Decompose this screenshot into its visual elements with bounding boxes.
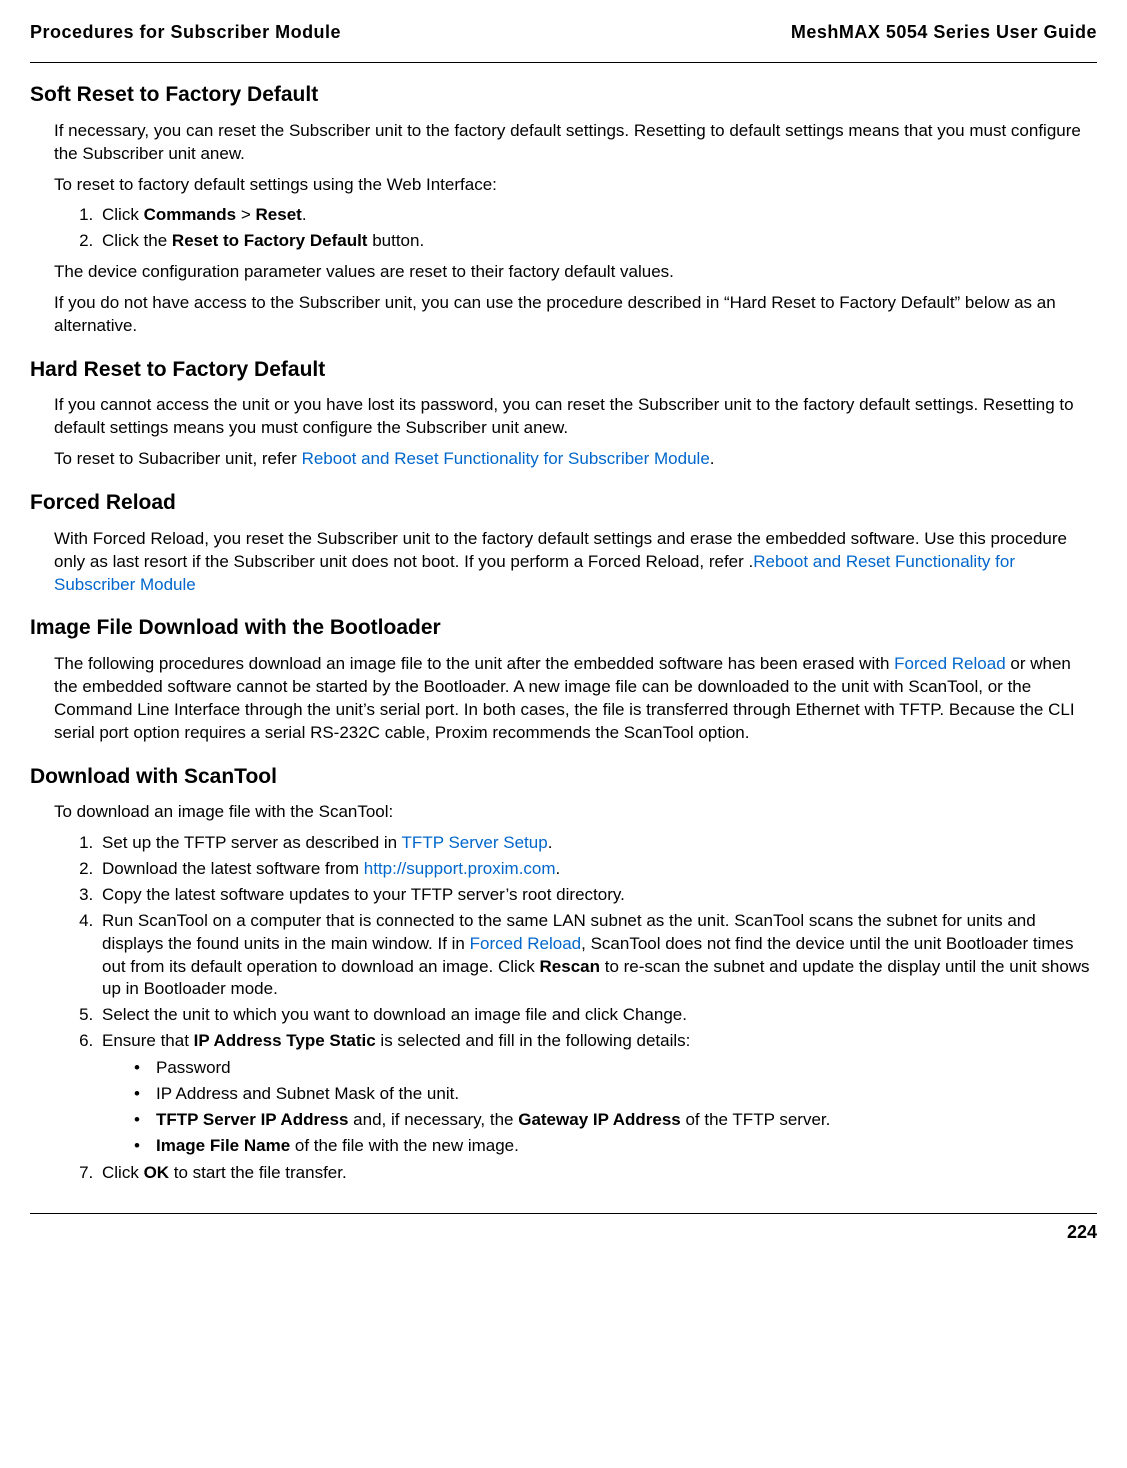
link-reboot-reset[interactable]: Reboot and Reset Functionality for Subsc…	[302, 449, 710, 468]
list-item: Select the unit to which you want to dow…	[98, 1004, 1097, 1027]
text: Download the latest software from	[102, 859, 364, 878]
list-item: IP Address and Subnet Mask of the unit.	[130, 1083, 1097, 1106]
bold-text: Commands	[144, 205, 237, 224]
bullet-list: Password IP Address and Subnet Mask of t…	[102, 1057, 1097, 1158]
text: to start the file transfer.	[169, 1163, 347, 1182]
paragraph: If you do not have access to the Subscri…	[54, 292, 1097, 338]
list-item: Run ScanTool on a computer that is conne…	[98, 910, 1097, 1002]
paragraph: To reset to factory default settings usi…	[54, 174, 1097, 197]
list-item: TFTP Server IP Address and, if necessary…	[130, 1109, 1097, 1132]
text: >	[236, 205, 255, 224]
bold-text: TFTP Server IP Address	[156, 1110, 348, 1129]
bold-text: Gateway IP Address	[518, 1110, 681, 1129]
list-item: Click OK to start the file transfer.	[98, 1162, 1097, 1185]
paragraph: If you cannot access the unit or you hav…	[54, 394, 1097, 440]
bold-text: Image File Name	[156, 1136, 290, 1155]
list-item: Download the latest software from http:/…	[98, 858, 1097, 881]
list-item: Image File Name of the file with the new…	[130, 1135, 1097, 1158]
paragraph: The device configuration parameter value…	[54, 261, 1097, 284]
bold-text: Reset to Factory Default	[172, 231, 368, 250]
ordered-list: Set up the TFTP server as described in T…	[54, 832, 1097, 1185]
text: To reset to Subacriber unit, refer	[54, 449, 302, 468]
list-item: Password	[130, 1057, 1097, 1080]
text: Set up the TFTP server as described in	[102, 833, 402, 852]
text: Ensure that	[102, 1031, 194, 1050]
section-soft-reset: If necessary, you can reset the Subscrib…	[54, 120, 1097, 339]
page-footer: 224	[30, 1213, 1097, 1244]
text: The following procedures download an ima…	[54, 654, 894, 673]
paragraph: If necessary, you can reset the Subscrib…	[54, 120, 1097, 166]
link-tftp-setup[interactable]: TFTP Server Setup	[402, 833, 548, 852]
text: .	[302, 205, 307, 224]
page-header: Procedures for Subscriber Module MeshMAX…	[30, 20, 1097, 63]
text: Click	[102, 1163, 144, 1182]
section-forced-reload: With Forced Reload, you reset the Subscr…	[54, 528, 1097, 597]
header-left: Procedures for Subscriber Module	[30, 20, 341, 44]
list-item: Copy the latest software updates to your…	[98, 884, 1097, 907]
page-number: 224	[1067, 1222, 1097, 1242]
paragraph: The following procedures download an ima…	[54, 653, 1097, 745]
link-forced-reload[interactable]: Forced Reload	[470, 934, 582, 953]
text: .	[548, 833, 553, 852]
text: button.	[367, 231, 424, 250]
section-image-download: The following procedures download an ima…	[54, 653, 1097, 745]
paragraph: To download an image file with the ScanT…	[54, 801, 1097, 824]
link-support-proxim[interactable]: http://support.proxim.com	[364, 859, 556, 878]
bold-text: IP Address Type Static	[194, 1031, 376, 1050]
text: and, if necessary, the	[348, 1110, 518, 1129]
heading-soft-reset: Soft Reset to Factory Default	[30, 81, 1097, 109]
list-item: Ensure that IP Address Type Static is se…	[98, 1030, 1097, 1158]
section-hard-reset: If you cannot access the unit or you hav…	[54, 394, 1097, 471]
text: is selected and fill in the following de…	[376, 1031, 691, 1050]
link-forced-reload[interactable]: Forced Reload	[894, 654, 1006, 673]
heading-hard-reset: Hard Reset to Factory Default	[30, 356, 1097, 384]
text: .	[556, 859, 561, 878]
text: Click the	[102, 231, 172, 250]
heading-download-scantool: Download with ScanTool	[30, 763, 1097, 791]
ordered-list: Click Commands > Reset. Click the Reset …	[54, 204, 1097, 253]
text: Click	[102, 205, 144, 224]
list-item: Set up the TFTP server as described in T…	[98, 832, 1097, 855]
text: .	[710, 449, 715, 468]
header-right: MeshMAX 5054 Series User Guide	[791, 20, 1097, 44]
heading-forced-reload: Forced Reload	[30, 489, 1097, 517]
section-download-scantool: To download an image file with the ScanT…	[54, 801, 1097, 1185]
bold-text: OK	[144, 1163, 170, 1182]
list-item: Click the Reset to Factory Default butto…	[98, 230, 1097, 253]
list-item: Click Commands > Reset.	[98, 204, 1097, 227]
paragraph: To reset to Subacriber unit, refer Reboo…	[54, 448, 1097, 471]
bold-text: Rescan	[540, 957, 600, 976]
bold-text: Reset	[256, 205, 302, 224]
heading-image-download: Image File Download with the Bootloader	[30, 614, 1097, 642]
text: of the TFTP server.	[681, 1110, 831, 1129]
text: of the file with the new image.	[290, 1136, 519, 1155]
paragraph: With Forced Reload, you reset the Subscr…	[54, 528, 1097, 597]
